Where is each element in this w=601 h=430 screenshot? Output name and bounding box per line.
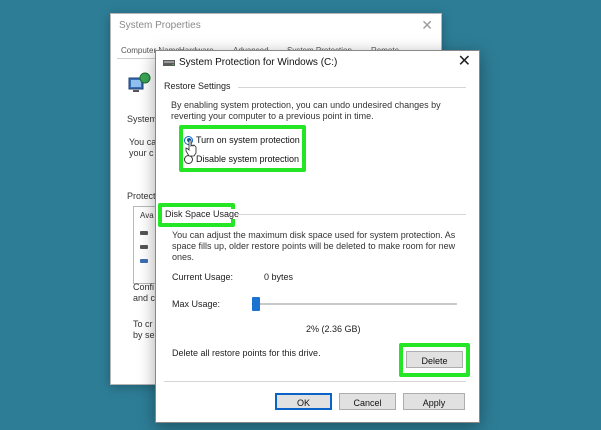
- delete-button[interactable]: Delete: [406, 351, 463, 368]
- dialog-titlebar: System Protection for Windows (C:) ✕: [156, 51, 479, 75]
- restore-description: By enabling system protection, you can u…: [171, 100, 441, 122]
- max-usage-value: 2% (2.36 GB): [306, 324, 361, 334]
- disk-space-description-line: space fills up, older restore points wil…: [172, 241, 456, 251]
- text-fragment: by se: [133, 330, 155, 340]
- current-usage-value: 0 bytes: [264, 272, 294, 282]
- system-properties-titlebar: System Properties ✕: [111, 14, 441, 38]
- cancel-button[interactable]: Cancel: [339, 393, 396, 410]
- restore-description-line: By enabling system protection, you can u…: [171, 100, 441, 110]
- ok-button[interactable]: OK: [275, 393, 332, 410]
- disk-space-description-line: You can adjust the maximum disk space us…: [172, 230, 456, 240]
- group-divider: [236, 214, 466, 215]
- group-divider: [164, 381, 466, 382]
- drive-icon: [163, 60, 175, 66]
- apply-button[interactable]: Apply: [403, 393, 465, 410]
- disk-space-description-line: ones.: [172, 252, 195, 262]
- radio-turn-on-label[interactable]: Turn on system protection: [196, 135, 300, 145]
- system-icon: [128, 72, 151, 92]
- radio-turn-on[interactable]: Turn on system protection: [184, 134, 300, 146]
- text-fragment: Confi: [133, 282, 155, 292]
- delete-description: Delete all restore points for this drive…: [172, 348, 321, 358]
- max-usage-slider-thumb[interactable]: [252, 297, 260, 311]
- disk-space-usage-label: Disk Space Usage: [165, 209, 244, 219]
- available-drives-fragment: Ava: [140, 211, 154, 220]
- system-protection-dialog: System Protection for Windows (C:) ✕ Res…: [155, 50, 480, 423]
- system-properties-title: System Properties: [119, 20, 201, 31]
- drive-icon: [140, 231, 148, 235]
- restore-description-line: reverting your computer to a previous po…: [171, 111, 374, 121]
- group-divider: [238, 87, 466, 88]
- drives-list: Ava: [133, 206, 157, 284]
- system-label-fragment: System: [127, 114, 158, 124]
- disk-space-description: You can adjust the maximum disk space us…: [172, 230, 455, 263]
- drive-icon: [140, 259, 148, 263]
- drive-icon: [140, 245, 148, 249]
- current-usage-label: Current Usage:: [172, 272, 234, 282]
- restore-settings-label: Restore Settings: [164, 81, 235, 91]
- dialog-title: System Protection for Windows (C:): [179, 57, 338, 68]
- max-usage-label: Max Usage:: [172, 299, 221, 309]
- max-usage-slider-track[interactable]: [254, 303, 457, 305]
- hand-cursor-icon: [185, 139, 197, 157]
- text-fragment: your c: [129, 148, 154, 158]
- close-icon[interactable]: ✕: [421, 17, 433, 34]
- text-fragment: To cr: [133, 319, 153, 329]
- radio-disable[interactable]: Disable system protection: [184, 153, 299, 165]
- radio-disable-label[interactable]: Disable system protection: [196, 154, 299, 164]
- text-fragment: and c: [133, 293, 156, 303]
- close-icon[interactable]: ✕: [458, 53, 471, 71]
- text-fragment: You ca: [129, 137, 157, 147]
